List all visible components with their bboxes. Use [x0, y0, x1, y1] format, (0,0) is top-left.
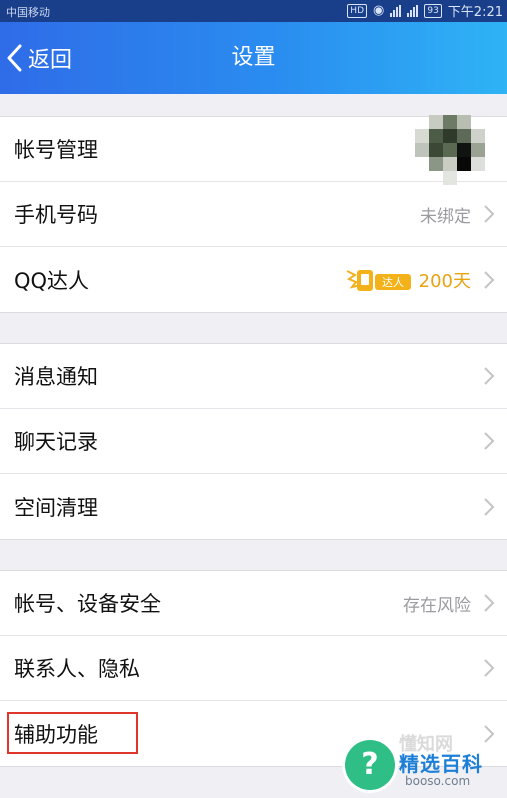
- row-value: 存在风险: [403, 595, 471, 616]
- avatar-thumbnail: [415, 115, 485, 185]
- back-label: 返回: [28, 48, 73, 73]
- watermark-site: booso.com: [405, 774, 471, 788]
- signal-icon-2: [407, 4, 419, 17]
- settings-group-security: 帐号、设备安全 存在风险 联系人、隐私 辅助功能: [0, 570, 507, 767]
- row-value: 未绑定: [420, 206, 471, 227]
- row-label: 手机号码: [14, 203, 98, 227]
- carrier-label: 中国移动: [6, 6, 50, 19]
- row-chat-history[interactable]: 聊天记录: [0, 409, 507, 474]
- hd-icon: HD: [347, 3, 367, 18]
- chevron-right-icon: [484, 432, 495, 450]
- row-label: 联系人、隐私: [14, 657, 140, 681]
- row-label: QQ达人: [14, 268, 90, 293]
- chevron-right-icon: [484, 659, 495, 677]
- row-accessibility[interactable]: 辅助功能: [0, 701, 507, 766]
- page-title: 设置: [231, 45, 276, 70]
- row-label: 帐号、设备安全: [14, 592, 161, 616]
- eye-icon: ◉: [373, 3, 385, 18]
- row-contacts-privacy[interactable]: 联系人、隐私: [0, 636, 507, 701]
- chevron-right-icon: [484, 367, 495, 385]
- talent-indicator: 达人 200天: [345, 265, 471, 295]
- row-phone-number[interactable]: 手机号码 未绑定: [0, 182, 507, 247]
- chevron-right-icon: [484, 205, 495, 223]
- row-message-notification[interactable]: 消息通知: [0, 344, 507, 409]
- status-icons: HD ◉ 93 下午2:21: [347, 1, 503, 20]
- row-label: 聊天记录: [14, 430, 98, 454]
- row-label: 消息通知: [14, 365, 98, 389]
- chevron-left-icon: [7, 44, 22, 72]
- back-button[interactable]: 返回: [6, 22, 72, 94]
- chevron-right-icon: [484, 270, 495, 289]
- chevron-right-icon: [484, 594, 495, 612]
- row-storage-cleanup[interactable]: 空间清理: [0, 474, 507, 539]
- signal-icon: [390, 4, 402, 17]
- talent-days: 200天: [418, 270, 471, 292]
- row-label: 空间清理: [14, 495, 98, 520]
- settings-group-account: 帐号管理 手机号码 未绑定 QQ达人 达人 200天: [0, 115, 507, 313]
- row-account-device-security[interactable]: 帐号、设备安全 存在风险: [0, 571, 507, 636]
- chevron-right-icon: [484, 497, 495, 516]
- talent-badge-icon: 达人: [346, 269, 411, 291]
- row-account-management[interactable]: 帐号管理: [0, 115, 507, 185]
- nav-bar: 返回 设置: [0, 22, 507, 94]
- clock-label: 下午2:21: [447, 5, 503, 20]
- status-bar: 中国移动 HD ◉ 93 下午2:21: [0, 0, 507, 22]
- row-label: 辅助功能: [14, 722, 98, 747]
- settings-group-messages: 消息通知 聊天记录 空间清理: [0, 343, 507, 540]
- battery-icon: 93: [424, 3, 442, 18]
- talent-badge-text: 达人: [382, 276, 404, 289]
- row-qq-talent[interactable]: QQ达人 达人 200天: [0, 247, 507, 312]
- row-label: 帐号管理: [14, 138, 98, 162]
- chevron-right-icon: [484, 724, 495, 743]
